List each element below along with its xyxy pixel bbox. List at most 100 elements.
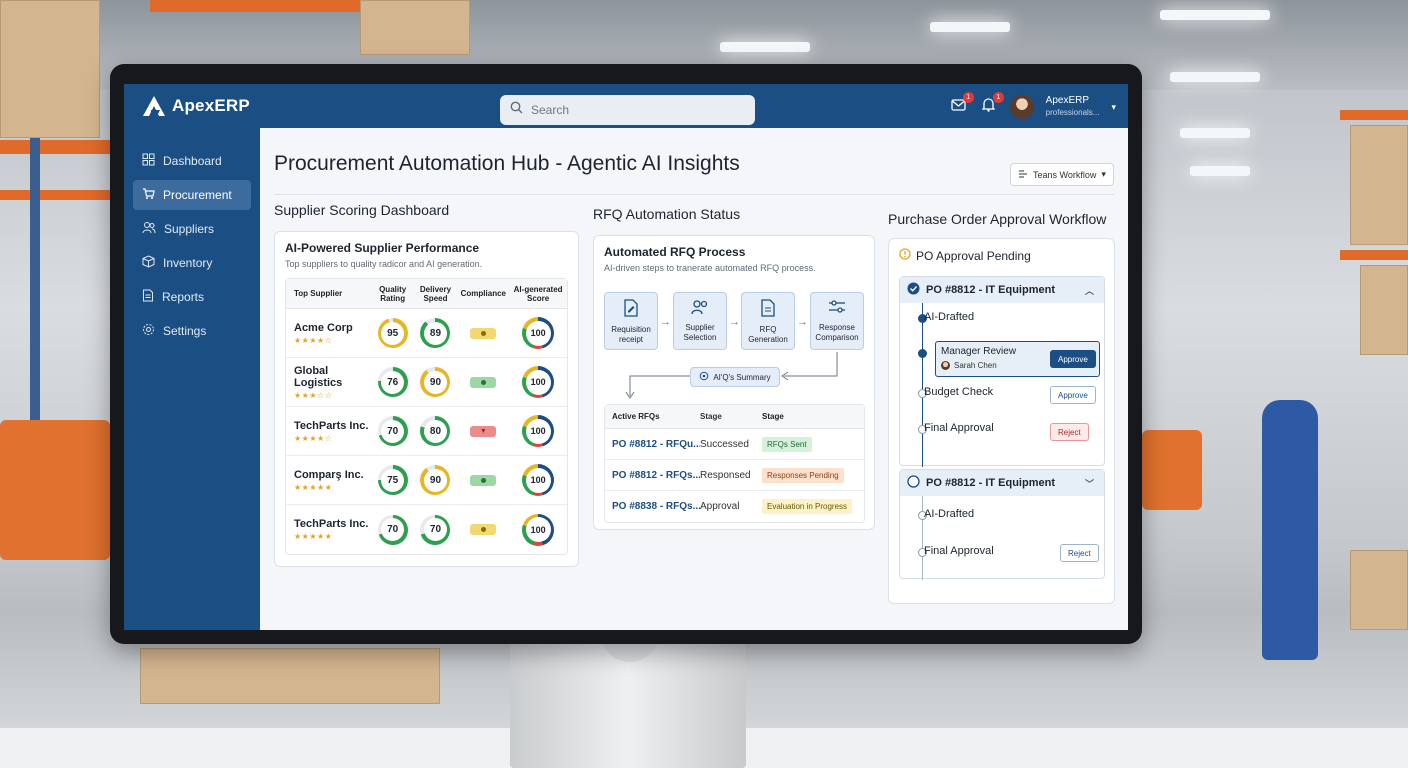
score-value: 90: [423, 468, 447, 492]
cardboard-boxes: [360, 0, 470, 55]
ceiling-light: [1160, 10, 1270, 20]
approve-button[interactable]: Approve: [1050, 386, 1096, 404]
table-row[interactable]: TechParts Inc. ★★★★★ 70 70 100: [286, 505, 567, 554]
supplier-cell: TechParts Inc. ★★★★☆: [286, 420, 372, 443]
user-menu[interactable]: ApexERP professionals...: [1046, 95, 1100, 119]
supplier-cell: Comparş Inc. ★★★★★: [286, 469, 372, 492]
score-ring: 70: [377, 514, 408, 545]
rfq-process-card: Automated RFQ Process AI-driven steps to…: [593, 235, 875, 530]
score-ring: 100: [522, 317, 555, 349]
star-rating: ★★★★☆: [294, 335, 333, 345]
search-input[interactable]: [531, 103, 731, 117]
chevron-down-icon: ▾: [1101, 169, 1106, 179]
column-header[interactable]: Stage: [700, 412, 762, 421]
rfq-step-generation[interactable]: RFQ Generation: [741, 292, 795, 350]
score-ring: 89: [420, 318, 451, 348]
quality-cell: 70: [372, 416, 414, 446]
rfq-id-link[interactable]: PO #8812 - RFQs...: [605, 470, 700, 481]
ai-score-cell: 100: [509, 464, 567, 496]
alert-icon: [899, 247, 911, 265]
top-bar: ApexERP 1 1 ApexERP: [124, 84, 1128, 128]
step-label: Final Approval: [924, 545, 994, 557]
po-step-ai-drafted: AI-Drafted: [924, 508, 974, 520]
column-header[interactable]: Stage: [762, 412, 864, 421]
column-header[interactable]: Top Supplier: [286, 289, 372, 298]
sidebar-item-label: Dashboard: [163, 154, 222, 168]
rfq-step-supplier-selection[interactable]: Supplier Selection: [673, 292, 727, 350]
score-ring: 100: [522, 415, 555, 447]
table-row[interactable]: Acme Corp ★★★★☆ 95 89 100: [286, 309, 567, 358]
arrow-right-icon: →: [729, 316, 740, 328]
ceiling-light: [1170, 72, 1260, 82]
table-row[interactable]: TechParts Inc. ★★★★☆ 70 80 ▼ 100: [286, 407, 567, 456]
ai-summary-button[interactable]: AI'Q's Summary: [690, 367, 780, 387]
supplier-name: Acme Corp: [294, 321, 353, 334]
header-actions: 1 1 ApexERP professionals... ▾: [950, 92, 1116, 122]
active-rfq-table: Active RFQs Stage Stage PO #8812 - RFQu.…: [604, 404, 865, 523]
rfq-id-link[interactable]: PO #8812 - RFQu...: [605, 439, 700, 450]
table-row[interactable]: PO #8812 - RFQs... Responsed Responses Pen…: [605, 460, 864, 491]
reject-button[interactable]: Reject: [1060, 544, 1099, 562]
reject-button[interactable]: Reject: [1050, 423, 1089, 441]
step-label: Budget Check: [924, 386, 994, 398]
grid-icon: [142, 153, 155, 169]
chevron-down-icon[interactable]: ▾: [1111, 102, 1116, 113]
table-row[interactable]: PO #8812 - RFQu... Successed RFQs Sent: [605, 429, 864, 460]
step-label: Supplier Selection: [683, 323, 717, 342]
score-value: 75: [381, 468, 405, 492]
avatar[interactable]: [1009, 95, 1034, 119]
column-header[interactable]: Compliance: [457, 289, 509, 298]
table-row[interactable]: PO #8838 - RFQs... Approval Evaluation in …: [605, 491, 864, 522]
shelf-beam: [1340, 250, 1408, 260]
score-ring: 100: [522, 464, 555, 496]
workflow-dropdown[interactable]: Teans Workflow ▾: [1010, 163, 1114, 186]
table-row[interactable]: Comparş Inc. ★★★★★ 75 90 100: [286, 456, 567, 505]
chevron-down-icon[interactable]: ﹀: [1085, 477, 1094, 490]
star-rating: ★★★★★: [294, 532, 333, 541]
status-cell: Evaluation in Progress: [762, 499, 864, 514]
workflow-label: Teans Workflow: [1033, 169, 1097, 180]
ceiling-light: [930, 22, 1010, 32]
column-header[interactable]: Quality Rating: [372, 285, 414, 303]
workflow-icon: [1018, 169, 1028, 181]
ceiling-light: [720, 42, 810, 52]
app-logo[interactable]: ApexERP: [142, 90, 250, 122]
divider: [274, 194, 1114, 195]
mail-button[interactable]: 1: [950, 92, 974, 116]
rfq-step-response-comparison[interactable]: Response Comparison: [810, 292, 864, 350]
step-label: Response Comparison: [815, 323, 859, 342]
rfq-step-requisition[interactable]: Requisition receipt: [604, 292, 658, 350]
search-bar[interactable]: [500, 95, 755, 125]
quality-cell: 70: [372, 514, 414, 545]
sidebar-item-procurement[interactable]: Procurement: [133, 180, 251, 210]
column-header[interactable]: Delivery Speed: [414, 285, 458, 303]
table-row[interactable]: Global Logistics ★★★☆☆ 76 90 100: [286, 358, 567, 407]
pallet-boxes: [140, 648, 440, 704]
delivery-cell: 70: [414, 514, 458, 545]
sidebar-item-dashboard[interactable]: Dashboard: [133, 146, 251, 176]
sidebar-item-inventory[interactable]: Inventory: [133, 248, 251, 278]
approve-button[interactable]: Approve: [1050, 350, 1096, 368]
po-step-final-approval: Final Approval: [924, 422, 994, 434]
po-group-header[interactable]: PO #8812 - IT Equipment ︿: [900, 277, 1104, 303]
status-badge: Responses Pending: [762, 467, 844, 483]
compliance-indicator: ▼: [470, 425, 497, 437]
column-header[interactable]: Active RFQs: [605, 412, 700, 421]
po-group-header[interactable]: PO #8812 - IT Equipment ﹀: [900, 470, 1104, 496]
sidebar-item-reports[interactable]: Reports: [133, 282, 251, 312]
sidebar-item-suppliers[interactable]: Suppliers: [133, 214, 251, 244]
notifications-button[interactable]: 1: [980, 92, 1004, 116]
app-name: ApexERP: [172, 96, 250, 115]
page-title: Procurement Automation Hub - Agentic AI …: [274, 152, 740, 175]
supplier-name: TechParts Inc.: [294, 419, 369, 432]
po-section-title: Purchase Order Approval Workflow: [888, 211, 1107, 227]
ai-score-cell: 100: [509, 366, 567, 398]
rfq-id-link[interactable]: PO #8838 - RFQs...: [605, 501, 700, 512]
sidebar-item-settings[interactable]: Settings: [133, 316, 251, 346]
chevron-up-icon[interactable]: ︿: [1085, 284, 1094, 297]
column-header[interactable]: AI-generated Score: [509, 285, 567, 303]
score-value: 100: [525, 369, 551, 395]
supplier-section-title: Supplier Scoring Dashboard: [274, 202, 450, 218]
forklift: [1142, 430, 1202, 510]
score-ring: 95: [377, 318, 408, 348]
